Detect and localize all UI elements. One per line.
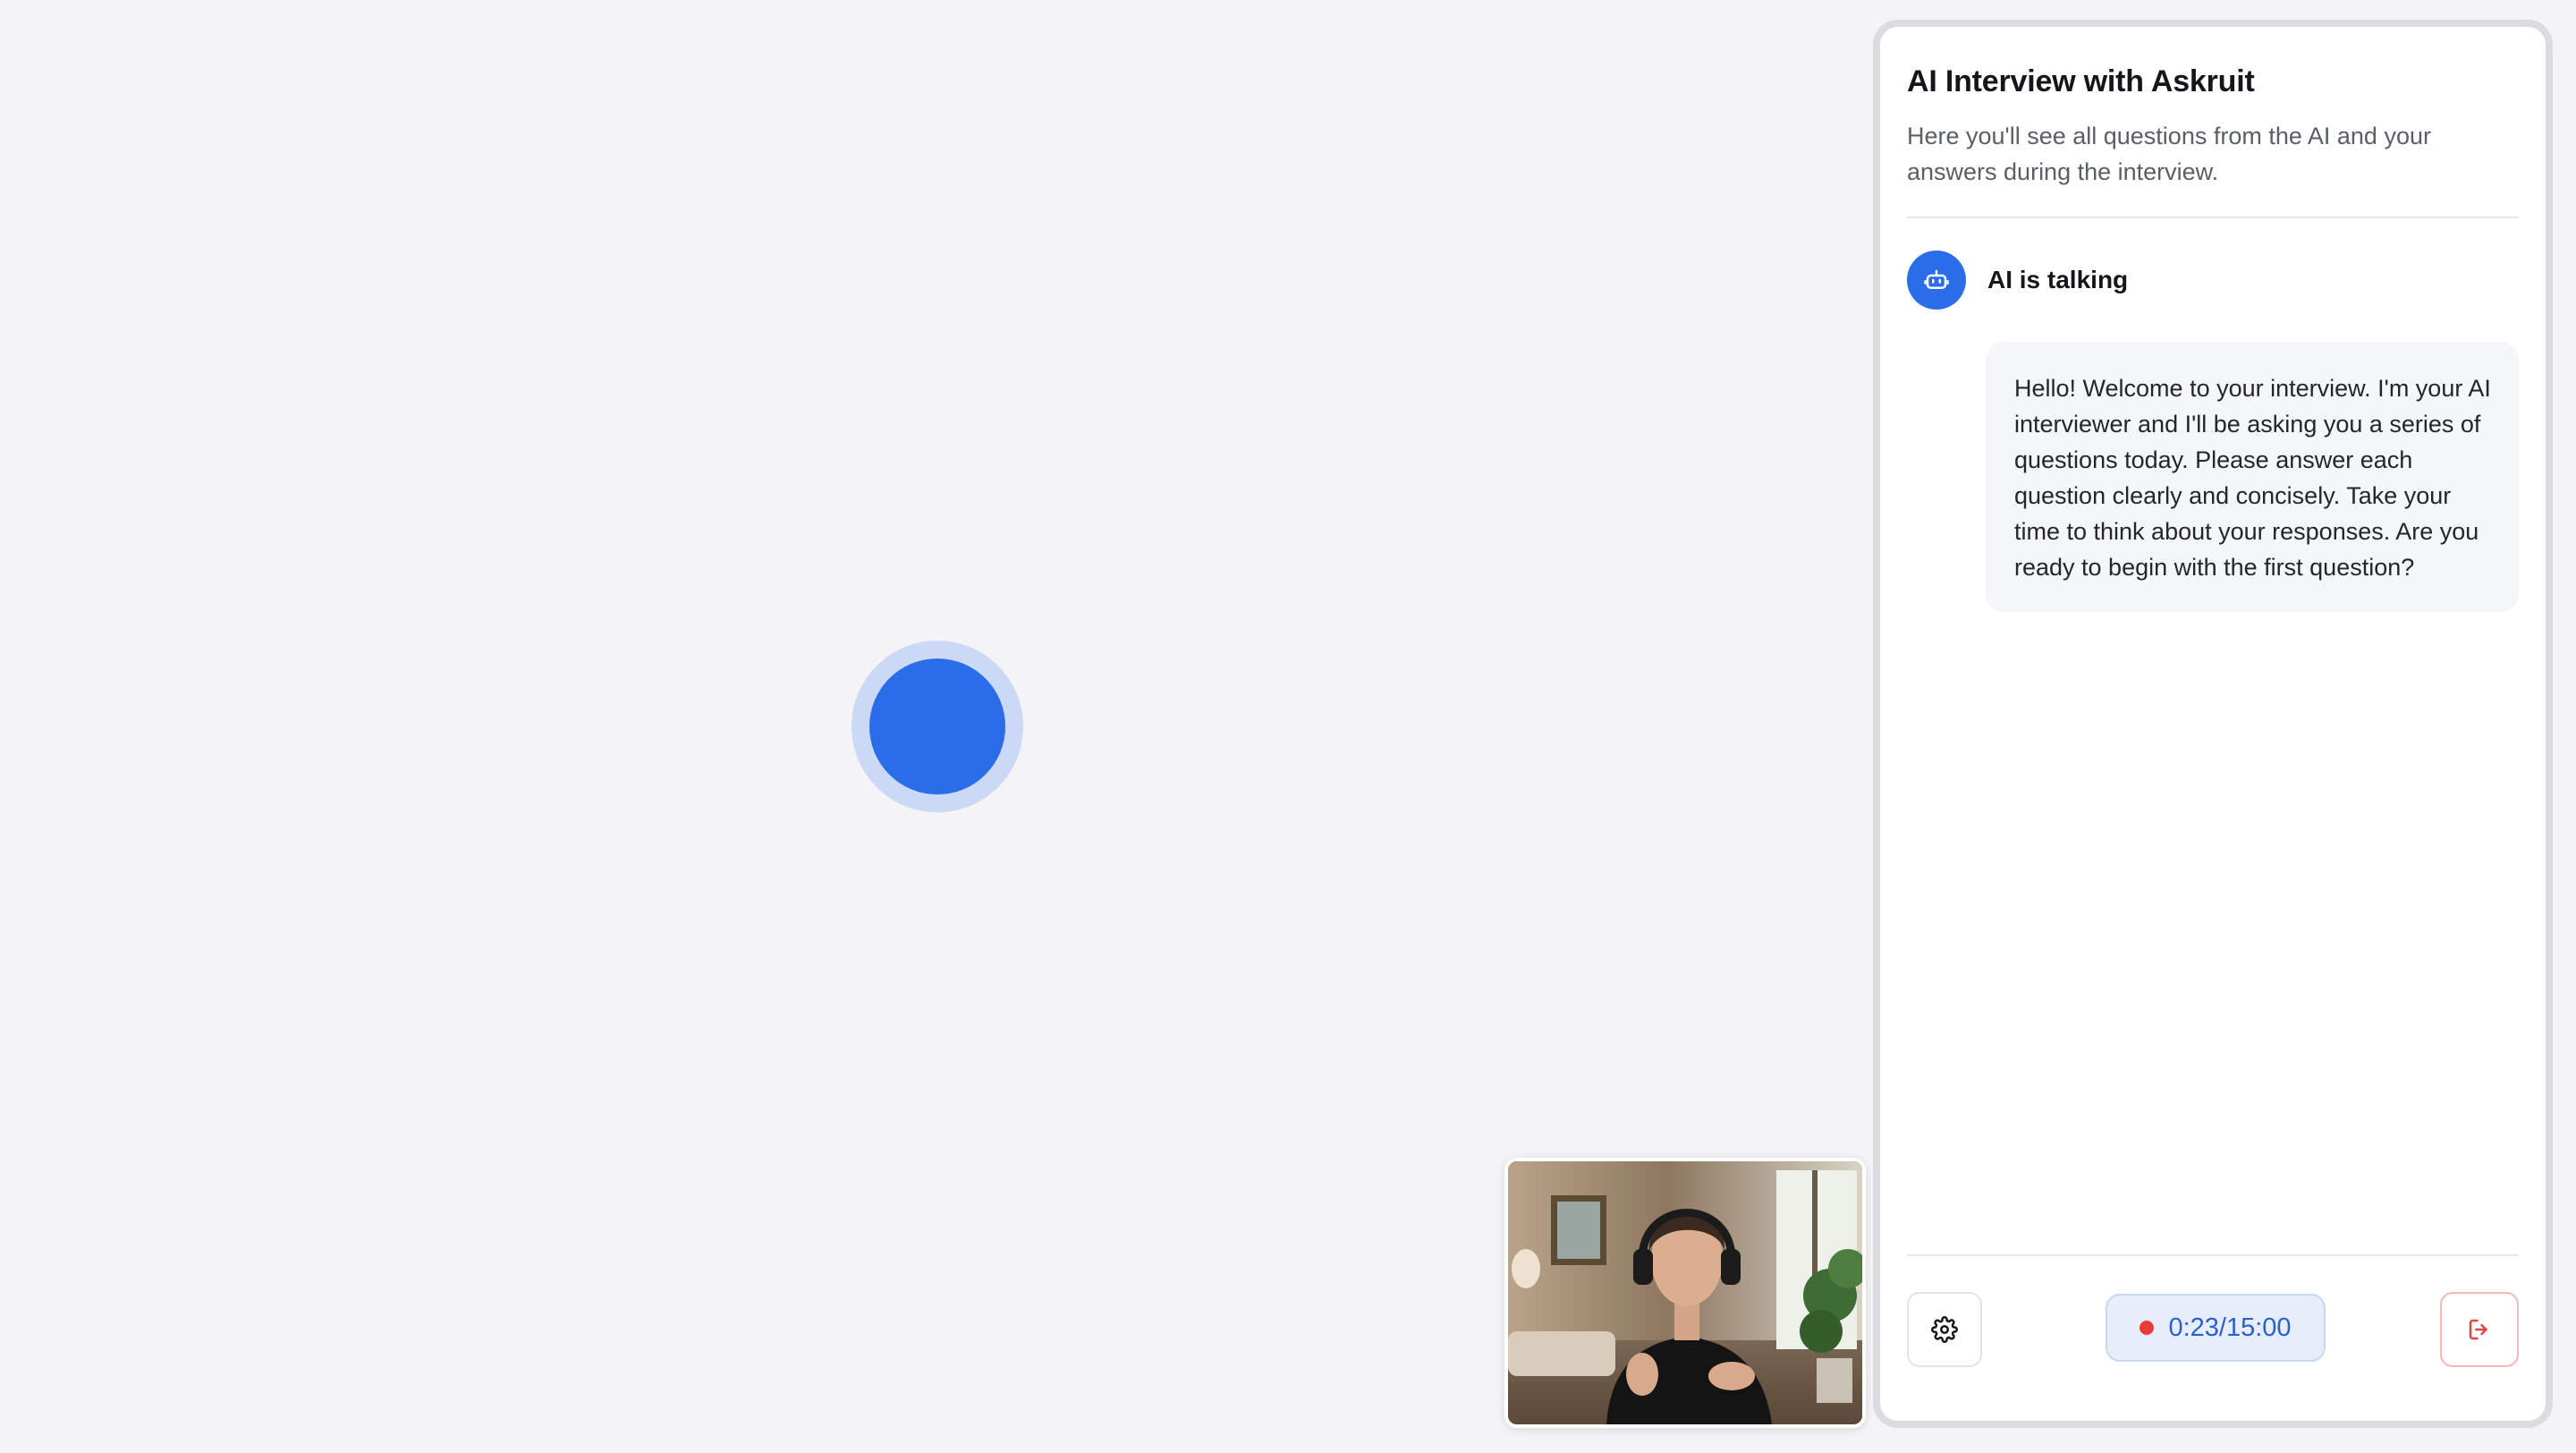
timer-text: 0:23/15:00 [2168, 1313, 2292, 1342]
gear-icon [1931, 1316, 1958, 1343]
divider [1907, 217, 2519, 218]
panel-title: AI Interview with Askruit [1907, 64, 2255, 98]
ai-voice-orb [852, 641, 1023, 812]
speaker-status: AI is talking [1907, 251, 2128, 310]
recording-indicator-icon [2140, 1321, 2155, 1335]
interview-timer: 0:23/15:00 [2106, 1294, 2326, 1362]
interview-screen: AI Interview with Askruit Here you'll se… [0, 0, 2576, 1453]
transcript-panel: AI Interview with Askruit Here you'll se… [1873, 20, 2553, 1428]
robot-icon [1907, 251, 1966, 310]
exit-icon [2469, 1319, 2487, 1340]
ai-voice-orb-core [869, 659, 1005, 794]
divider [1907, 1254, 2519, 1256]
panel-description: Here you'll see all questions from the A… [1907, 123, 2431, 185]
speaker-label: AI is talking [1987, 266, 2129, 293]
candidate-video-preview [1504, 1158, 1866, 1428]
leave-interview-button[interactable] [2440, 1292, 2519, 1367]
ai-message-bubble: Hello! Welcome to your interview. I'm yo… [1986, 342, 2519, 612]
candidate-video-frame [1508, 1161, 1862, 1424]
settings-button[interactable] [1907, 1292, 1982, 1367]
